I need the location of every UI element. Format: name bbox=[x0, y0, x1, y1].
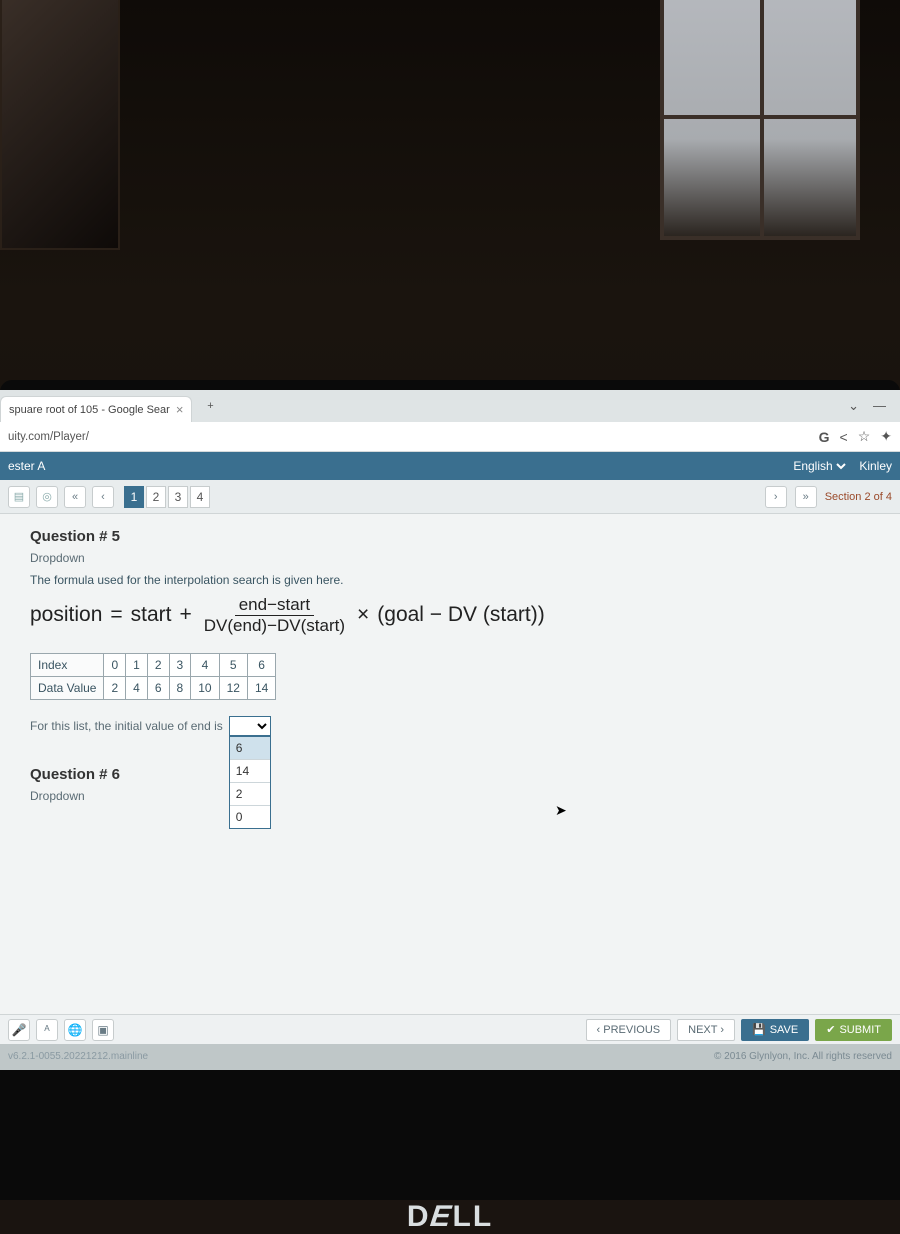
close-tab-icon[interactable]: × bbox=[176, 402, 184, 417]
option-6[interactable]: 6 bbox=[230, 737, 270, 759]
url-bar[interactable]: uity.com/Player/ G < ☆ ✦ bbox=[0, 422, 900, 452]
formula-denominator: DV(end)−DV(start) bbox=[200, 616, 349, 636]
page-2[interactable]: 2 bbox=[146, 486, 166, 508]
room-window-left bbox=[0, 0, 120, 250]
new-tab-button[interactable]: + bbox=[198, 394, 222, 418]
version-label: v6.2.1-0055.20221212.mainline bbox=[8, 1051, 148, 1062]
laptop-frame: spuare root of 105 - Google Sear × + ⌄ —… bbox=[0, 380, 900, 1200]
app-header-bar: ester A English Kinley bbox=[0, 452, 900, 480]
dv-6: 14 bbox=[247, 677, 275, 700]
nav-next-button[interactable]: › bbox=[765, 486, 787, 508]
row-index-label: Index bbox=[31, 654, 104, 677]
question-6-type: Dropdown bbox=[30, 789, 880, 803]
idx-4: 4 bbox=[191, 654, 219, 677]
nav-last-button[interactable]: » bbox=[795, 486, 817, 508]
translate-icon[interactable]: ᴬ bbox=[36, 1019, 58, 1041]
idx-0: 0 bbox=[104, 654, 126, 677]
page-3[interactable]: 3 bbox=[168, 486, 188, 508]
section-indicator: Section 2 of 4 bbox=[825, 491, 892, 503]
copyright-label: © 2016 Glynlyon, Inc. All rights reserve… bbox=[714, 1051, 892, 1062]
save-label: SAVE bbox=[770, 1024, 799, 1036]
star-icon[interactable]: ☆ bbox=[858, 428, 871, 445]
dropdown-options-list: 6 14 2 0 bbox=[229, 736, 271, 829]
idx-5: 5 bbox=[219, 654, 247, 677]
save-icon: 💾 bbox=[752, 1023, 766, 1036]
stem-text: For this list, the initial value of end … bbox=[30, 719, 223, 733]
dv-4: 10 bbox=[191, 677, 219, 700]
share-icon[interactable]: < bbox=[840, 429, 848, 445]
interpolation-formula: position = start + end−start DV(end)−DV(… bbox=[30, 595, 880, 635]
formula-start: start bbox=[131, 603, 172, 627]
option-2[interactable]: 2 bbox=[230, 782, 270, 805]
row-dv-label: Data Value bbox=[31, 677, 104, 700]
google-icon[interactable]: G bbox=[819, 429, 830, 445]
globe-icon[interactable]: 🌐 bbox=[64, 1019, 86, 1041]
submit-icon: ✔ bbox=[826, 1023, 835, 1036]
submit-label: SUBMIT bbox=[839, 1024, 881, 1036]
formula-goal-term: (goal − DV (start)) bbox=[377, 603, 544, 627]
question-6-block: Question # 6 Dropdown bbox=[30, 766, 880, 803]
question-5-stem: For this list, the initial value of end … bbox=[30, 716, 880, 736]
page-4[interactable]: 4 bbox=[190, 486, 210, 508]
language-select[interactable]: English bbox=[789, 458, 849, 474]
previous-button[interactable]: ‹ PREVIOUS bbox=[586, 1019, 672, 1041]
bookmark-label[interactable]: ester A bbox=[8, 459, 45, 473]
lesson-nav-bar: ▤ ◎ « ‹ 1 2 3 4 › » Section 2 of 4 bbox=[0, 480, 900, 514]
formula-numerator: end−start bbox=[235, 595, 314, 616]
room-window-right bbox=[660, 0, 860, 240]
formula-fraction: end−start DV(end)−DV(start) bbox=[200, 595, 349, 635]
dv-5: 12 bbox=[219, 677, 247, 700]
minimize-icon[interactable]: — bbox=[873, 398, 886, 414]
toc-icon[interactable]: ▤ bbox=[8, 486, 30, 508]
page-1[interactable]: 1 bbox=[124, 486, 144, 508]
question-5-title: Question # 5 bbox=[30, 528, 880, 545]
idx-1: 1 bbox=[126, 654, 148, 677]
extension-icon[interactable]: ✦ bbox=[880, 428, 892, 445]
idx-3: 3 bbox=[169, 654, 191, 677]
window-controls: ⌄ — bbox=[848, 398, 900, 414]
idx-2: 2 bbox=[147, 654, 169, 677]
mouse-cursor-icon: ➤ bbox=[555, 802, 567, 819]
option-0[interactable]: 0 bbox=[230, 805, 270, 828]
formula-lhs: position bbox=[30, 603, 102, 627]
dv-0: 2 bbox=[104, 677, 126, 700]
formula-eq: = bbox=[110, 603, 122, 627]
browser-tab[interactable]: spuare root of 105 - Google Sear × bbox=[0, 396, 192, 422]
target-icon[interactable]: ◎ bbox=[36, 486, 58, 508]
dv-2: 6 bbox=[147, 677, 169, 700]
question-5-prompt: The formula used for the interpolation s… bbox=[30, 573, 880, 587]
dv-3: 8 bbox=[169, 677, 191, 700]
formula-plus: + bbox=[180, 603, 192, 627]
url-text: uity.com/Player/ bbox=[8, 431, 89, 443]
dv-1: 4 bbox=[126, 677, 148, 700]
question-content: Question # 5 Dropdown The formula used f… bbox=[0, 514, 900, 1014]
question-6-title: Question # 6 bbox=[30, 766, 880, 783]
end-value-dropdown[interactable] bbox=[229, 716, 271, 736]
submit-button[interactable]: ✔ SUBMIT bbox=[815, 1019, 892, 1041]
nav-prev-button[interactable]: ‹ bbox=[92, 486, 114, 508]
nav-first-button[interactable]: « bbox=[64, 486, 86, 508]
option-14[interactable]: 14 bbox=[230, 759, 270, 782]
laptop-brand: DELL bbox=[407, 1200, 493, 1234]
mic-icon[interactable]: 🎤 bbox=[8, 1019, 30, 1041]
idx-6: 6 bbox=[247, 654, 275, 677]
print-icon[interactable]: ▣ bbox=[92, 1019, 114, 1041]
laptop-screen: spuare root of 105 - Google Sear × + ⌄ —… bbox=[0, 390, 900, 1070]
formula-times: × bbox=[357, 603, 369, 627]
page-list: 1 2 3 4 bbox=[124, 486, 210, 508]
question-5-type: Dropdown bbox=[30, 551, 880, 565]
data-table: Index 0 1 2 3 4 5 6 Data Value 2 4 6 8 1… bbox=[30, 653, 276, 700]
lesson-footer: 🎤 ᴬ 🌐 ▣ ‹ PREVIOUS NEXT › 💾 SAVE ✔ SUBMI… bbox=[0, 1014, 900, 1044]
tab-title: spuare root of 105 - Google Sear bbox=[9, 404, 170, 416]
save-button[interactable]: 💾 SAVE bbox=[741, 1019, 809, 1041]
chevron-down-icon[interactable]: ⌄ bbox=[848, 398, 859, 414]
next-button[interactable]: NEXT › bbox=[677, 1019, 735, 1041]
user-name[interactable]: Kinley bbox=[859, 459, 892, 473]
browser-tab-bar: spuare root of 105 - Google Sear × + ⌄ — bbox=[0, 390, 900, 422]
